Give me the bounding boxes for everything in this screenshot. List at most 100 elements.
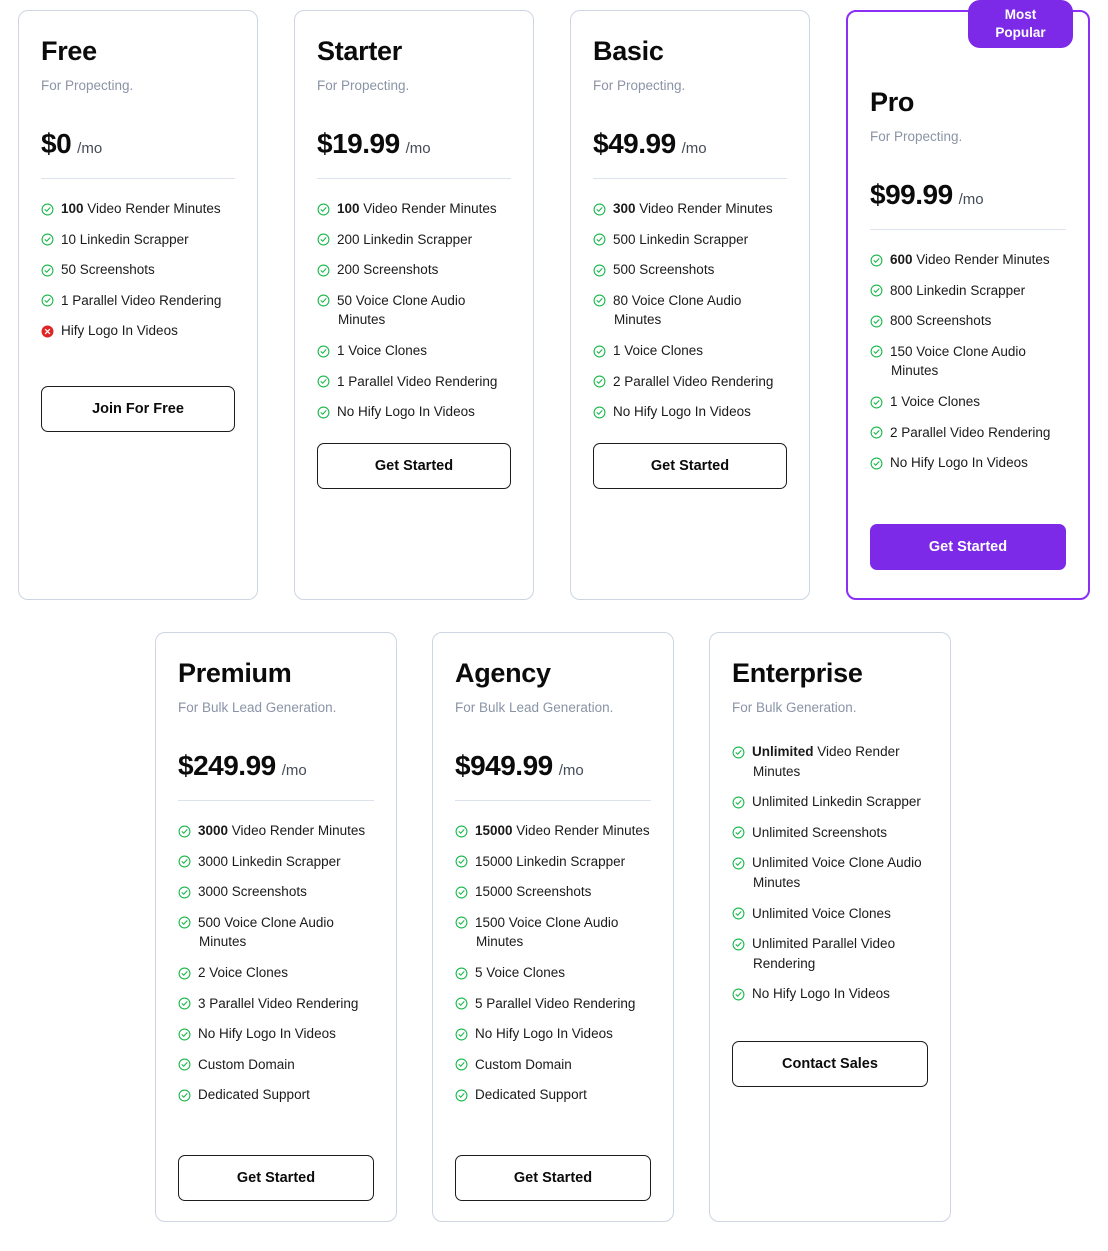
feature-text: No Hify Logo In Videos (337, 404, 475, 420)
cta-button-premium[interactable]: Get Started (178, 1155, 374, 1201)
feature-text: 200 Linkedin Scrapper (337, 231, 473, 247)
check-icon (317, 345, 330, 358)
feature-text: 500 Voice Clone Audio Minutes (198, 914, 334, 950)
feature-highlight: 300 (613, 201, 636, 217)
feature-text: Unlimited Screenshots (752, 824, 888, 840)
feature-item: 50 Voice Clone Audio Minutes (317, 291, 511, 330)
feature-text: Unlimited Linkedin Scrapper (752, 794, 921, 810)
feature-item: No Hify Logo In Videos (317, 402, 511, 422)
feature-text: Dedicated Support (198, 1087, 310, 1103)
feature-text: 500 Screenshots (613, 262, 715, 278)
feature-item: Unlimited Video Render Minutes (732, 742, 928, 781)
check-icon (178, 1058, 191, 1071)
feature-item: 15000 Screenshots (455, 882, 651, 902)
feature-text: Video Render Minutes (512, 823, 650, 839)
feature-list: 100 Video Render Minutes 200 Linkedin Scr… (317, 199, 511, 422)
check-icon (732, 988, 745, 1001)
cta-button-free[interactable]: Join For Free (41, 386, 235, 432)
cta-button-enterprise[interactable]: Contact Sales (732, 1041, 928, 1087)
plan-subtitle: For Bulk Generation. (732, 699, 857, 715)
pricing-card-free: Free For Propecting. $0 /mo 100 Video Re… (18, 10, 258, 600)
check-icon (732, 796, 745, 809)
check-icon (178, 825, 191, 838)
check-icon (593, 406, 606, 419)
feature-item: 1500 Voice Clone Audio Minutes (455, 913, 651, 952)
feature-text: 1 Parallel Video Rendering (61, 292, 222, 308)
cta-button-pro[interactable]: Get Started (870, 524, 1066, 570)
plan-name: Pro (870, 87, 915, 117)
cta-button-agency[interactable]: Get Started (455, 1155, 651, 1201)
pricing-card-agency: Agency For Bulk Lead Generation. $949.99… (432, 632, 674, 1222)
feature-text: No Hify Logo In Videos (752, 986, 890, 1002)
feature-item: No Hify Logo In Videos (178, 1024, 374, 1044)
feature-item: 1 Voice Clones (317, 341, 511, 361)
feature-text: 80 Voice Clone Audio Minutes (613, 292, 742, 328)
check-icon (455, 1028, 468, 1041)
feature-item: Unlimited Voice Clone Audio Minutes (732, 853, 928, 892)
feature-item: 1 Parallel Video Rendering (317, 372, 511, 392)
check-icon (178, 1089, 191, 1102)
check-icon (732, 938, 745, 951)
plan-period: /mo (281, 762, 307, 780)
feature-list: Unlimited Video Render Minutes Unlimited … (732, 742, 928, 1004)
feature-text: 5 Parallel Video Rendering (475, 995, 636, 1011)
card-divider (870, 229, 1066, 231)
feature-item: 50 Screenshots (41, 260, 235, 280)
feature-item: 200 Linkedin Scrapper (317, 230, 511, 250)
feature-text: Video Render Minutes (83, 201, 221, 217)
check-icon (593, 375, 606, 388)
feature-text: 1 Voice Clones (890, 394, 981, 410)
cta-button-basic[interactable]: Get Started (593, 443, 787, 489)
card-divider (178, 800, 374, 802)
check-icon (317, 406, 330, 419)
feature-text: 10 Linkedin Scrapper (61, 231, 189, 247)
feature-text: 800 Linkedin Scrapper (890, 282, 1026, 298)
check-icon (455, 1089, 468, 1102)
plan-price-row: $49.99 /mo (593, 128, 787, 160)
check-icon (455, 916, 468, 929)
pricing-page: Free For Propecting. $0 /mo 100 Video Re… (0, 0, 1108, 1251)
check-icon (593, 203, 606, 216)
plan-period: /mo (681, 140, 707, 158)
plan-price-row: $19.99 /mo (317, 128, 511, 160)
feature-item: Unlimited Linkedin Scrapper (732, 792, 928, 812)
feature-item: 100 Video Render Minutes (317, 199, 511, 219)
feature-text: Dedicated Support (475, 1087, 587, 1103)
plan-name: Starter (317, 36, 402, 66)
check-icon (317, 294, 330, 307)
check-icon (732, 746, 745, 759)
cta-button-starter[interactable]: Get Started (317, 443, 511, 489)
card-divider (593, 178, 787, 180)
plan-period: /mo (77, 140, 103, 158)
check-icon (732, 857, 745, 870)
feature-item: Hify Logo In Videos (41, 321, 235, 341)
feature-list: 300 Video Render Minutes 500 Linkedin Scr… (593, 199, 787, 422)
plan-subtitle: For Bulk Lead Generation. (455, 699, 614, 715)
feature-text: No Hify Logo In Videos (613, 404, 751, 420)
feature-item: 100 Video Render Minutes (41, 199, 235, 219)
feature-text: No Hify Logo In Videos (890, 455, 1028, 471)
card-divider (455, 800, 651, 802)
feature-list: 100 Video Render Minutes 10 Linkedin Scra… (41, 199, 235, 341)
feature-item: Unlimited Voice Clones (732, 904, 928, 924)
feature-highlight: 100 (337, 201, 360, 217)
feature-text: Video Render Minutes (912, 252, 1050, 268)
feature-text: 500 Linkedin Scrapper (613, 231, 749, 247)
pricing-card-starter: Starter For Propecting. $19.99 /mo 100 V… (294, 10, 534, 600)
feature-text: Hify Logo In Videos (61, 323, 178, 339)
plan-subtitle: For Propecting. (41, 77, 134, 93)
feature-highlight: 3000 (198, 823, 229, 839)
check-icon (455, 967, 468, 980)
feature-item: 15000 Linkedin Scrapper (455, 852, 651, 872)
check-icon (455, 855, 468, 868)
plan-price-row: $249.99 /mo (178, 750, 374, 782)
feature-highlight: 600 (890, 252, 913, 268)
plan-price-row: $0 /mo (41, 128, 235, 160)
plan-name: Enterprise (732, 658, 863, 688)
feature-text: Unlimited Voice Clone Audio Minutes (752, 855, 922, 891)
feature-item: 2 Parallel Video Rendering (870, 423, 1066, 443)
plan-price: $949.99 (455, 750, 553, 782)
check-icon (41, 203, 54, 216)
check-icon (41, 294, 54, 307)
feature-item: 3 Parallel Video Rendering (178, 994, 374, 1014)
